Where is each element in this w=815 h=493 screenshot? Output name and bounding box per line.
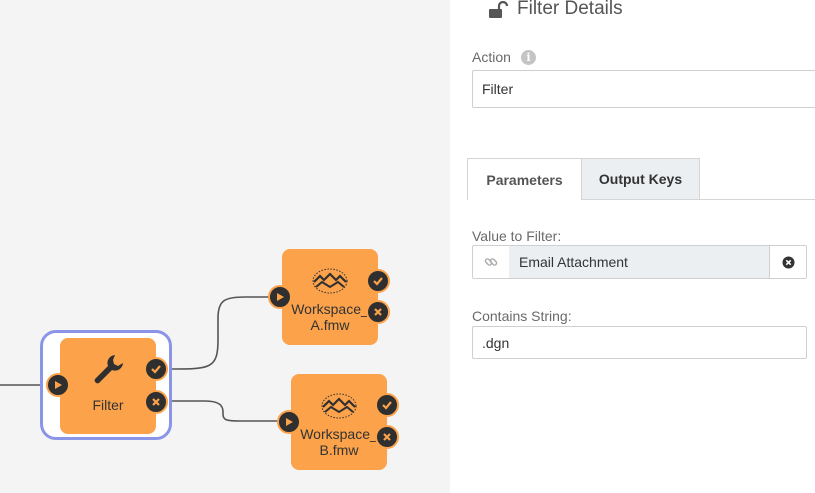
contains-string-input[interactable]: .dgn (472, 326, 807, 359)
workspace-a-label-line2: A.fmw (310, 317, 350, 333)
link-icon-cell (473, 246, 509, 278)
play-icon (286, 418, 293, 426)
filter-node[interactable]: Filter (60, 338, 156, 434)
check-icon (382, 401, 392, 410)
unlock-icon[interactable] (488, 1, 508, 19)
value-to-filter-value: Email Attachment (519, 254, 628, 270)
x-icon (374, 308, 382, 316)
fme-workspace-icon (312, 268, 348, 294)
check-icon (373, 277, 383, 286)
workspace-b-label-line2: B.fmw (319, 442, 359, 458)
filter-node-label: Filter (92, 397, 124, 413)
value-to-filter-label: Value to Filter: (472, 228, 562, 244)
clear-icon (782, 256, 794, 268)
workspace-b-success-port[interactable] (375, 393, 399, 417)
clear-button[interactable] (769, 246, 806, 278)
x-icon (152, 398, 160, 406)
workflow-canvas[interactable]: Filter Workspace_ A.fmw Workspace_ B.fmw (0, 0, 450, 493)
workspace-b-input-port[interactable] (277, 410, 301, 434)
play-icon (55, 381, 62, 389)
workspace-a-success-port[interactable] (366, 269, 390, 293)
workspace-a-input-port[interactable] (268, 285, 292, 309)
fme-workspace-icon (321, 393, 357, 419)
x-icon (383, 433, 391, 441)
value-to-filter-field[interactable]: Email Attachment (472, 245, 807, 279)
workspace-a-label-line1: Workspace_ (291, 301, 369, 317)
tab-output-keys[interactable]: Output Keys (581, 158, 700, 200)
play-icon (277, 293, 284, 301)
info-icon[interactable]: i (521, 50, 536, 65)
contains-string-label: Contains String: (472, 308, 572, 324)
workspace-b-failure-port[interactable] (375, 425, 399, 449)
workspace-b-label-line1: Workspace_ (300, 426, 378, 442)
workspace-a-failure-port[interactable] (366, 300, 390, 324)
filter-input-port[interactable] (46, 373, 70, 397)
filter-failure-port[interactable] (144, 390, 168, 414)
tab-parameters[interactable]: Parameters (467, 158, 582, 200)
wrench-icon (94, 355, 123, 384)
workspace-a-node[interactable]: Workspace_ A.fmw (282, 249, 378, 345)
action-input[interactable]: Filter (472, 70, 815, 108)
link-icon (484, 258, 498, 266)
tab-bar-divider (700, 199, 815, 200)
workspace-b-node[interactable]: Workspace_ B.fmw (291, 374, 387, 470)
connection-success-to-workspace-a (169, 296, 270, 370)
action-label: Action (472, 49, 511, 65)
filter-success-port[interactable] (144, 357, 168, 381)
connection-failure-to-workspace-b (170, 400, 280, 422)
check-icon (151, 365, 161, 374)
panel-title: Filter Details (517, 0, 623, 19)
